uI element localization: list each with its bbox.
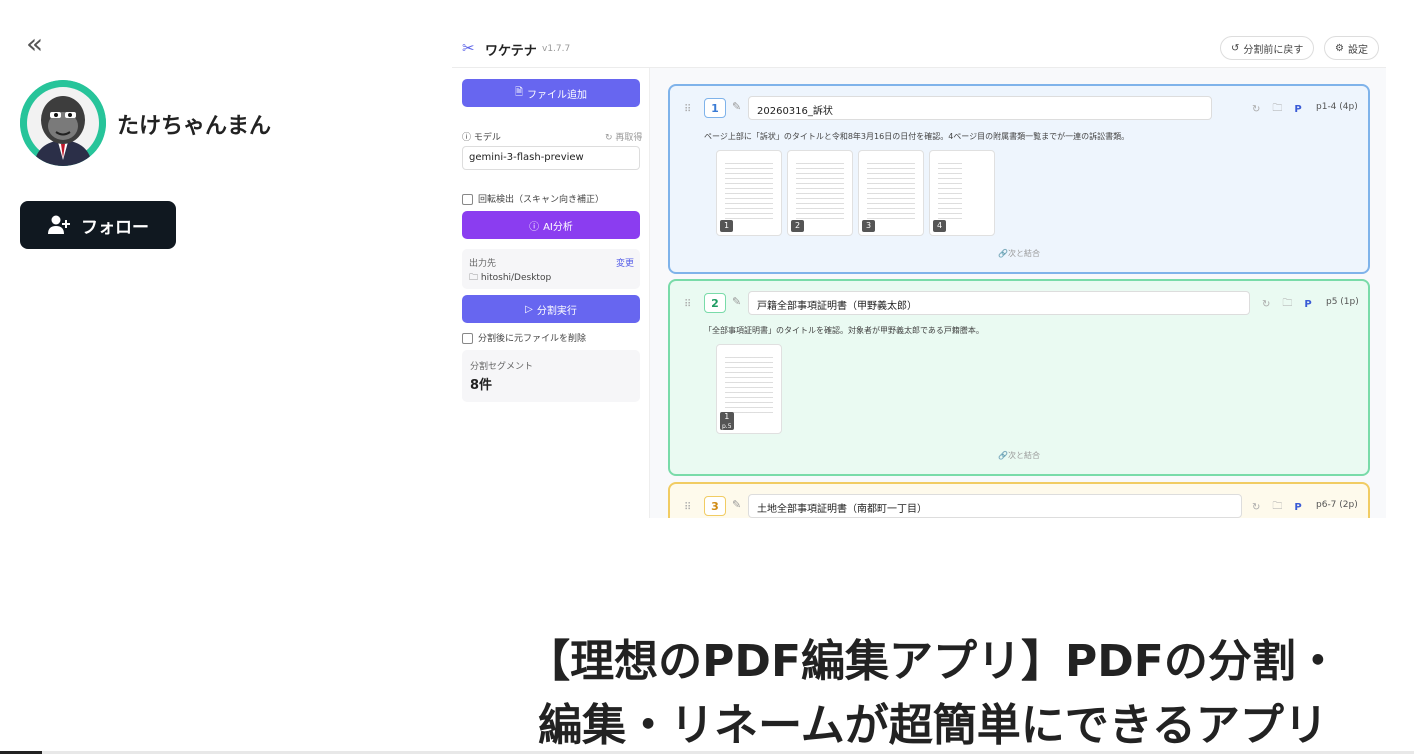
segments-label: 分割セグメント [470,362,534,372]
segment-title-input[interactable]: 戸籍全部事項証明書（甲野義太郎） [748,291,1250,315]
segment-actions: ↻ 🗀 P [1252,499,1302,516]
app-sidebar: 🗎 ファイル追加 ⓘ モデル ↻ 再取得 gemini-3-flash-prev… [452,68,650,518]
undo-split-button[interactable]: ↺ 分割前に戻す [1220,36,1315,60]
merge-next-link[interactable]: 🔗次と結合 [670,450,1368,461]
page-number: 1 p.5 [720,412,734,430]
page-range: p6-7 (2p) [1316,500,1358,510]
segment-description: 「全部事項証明書」のタイトルを確認。対象者が甲野義太郎である戸籍謄本。 [704,326,984,335]
page-thumbnail[interactable]: 3 [858,150,924,236]
app-version: v1.7.7 [542,44,571,54]
page-number: 4 [933,220,946,232]
page-thumbnail[interactable]: 2 [787,150,853,236]
pdf-marker: P [1294,104,1302,115]
refetch-link[interactable]: ↻ 再取得 [605,130,642,143]
page-thumbnail[interactable]: 1 [716,150,782,236]
merge-next-link[interactable]: 🔗次と結合 [670,248,1368,259]
segment-title-input[interactable]: 20260316_訴状 [748,96,1212,120]
info-icon: ⓘ [462,133,472,143]
pencil-icon[interactable]: ✎ [732,498,741,511]
gear-icon: ⚙ [1335,42,1344,54]
segments-summary: 分割セグメント 8件 [462,350,640,402]
settings-label: 設定 [1347,44,1368,56]
output-box: 出力先 変更 🗀 hitoshi/Desktop [462,249,640,289]
folder-icon[interactable]: 🗀 [1282,296,1292,313]
ai-analyze-button[interactable]: ⓘ AI分析 [462,211,640,239]
folder-icon[interactable]: 🗀 [1272,101,1282,118]
run-split-label: 分割実行 [536,305,577,317]
page-thumbnail[interactable]: 4 [929,150,995,236]
folder-icon: 🗀 [469,273,479,283]
profile-name[interactable]: たけちゃんまん [117,108,271,140]
segment-title-input[interactable]: 土地全部事項証明書（南都町一丁目） [748,494,1242,518]
page-number: 2 [791,220,804,232]
undo-split-label: 分割前に戻す [1243,44,1304,56]
output-label: 出力先 [469,259,497,269]
article-title: 【理想のPDF編集アプリ】PDFの分割・ 編集・リネームが超簡単にできるアプリ [452,630,1414,754]
output-change-link[interactable]: 変更 [616,256,634,269]
segment-actions: ↻ 🗀 P [1262,296,1312,313]
play-icon: ▷ [525,303,533,315]
segment-number: 2 [704,293,726,313]
pencil-icon[interactable]: ✎ [732,295,741,308]
follow-button[interactable]: フォロー [20,201,176,249]
collapse-sidebar-icon[interactable]: « [26,30,43,58]
drag-handle-icon[interactable]: ⠿ [684,299,691,310]
add-file-label: ファイル追加 [527,89,588,101]
article-title-line-1: 【理想のPDF編集アプリ】PDFの分割・ [526,636,1340,687]
link-icon: 🔗 [998,451,1008,460]
segment-card: ⠿ 2 ✎ 戸籍全部事項証明書（甲野義太郎） ↻ 🗀 P p5 (1p) 「全部… [668,279,1370,476]
output-path: 🗀 hitoshi/Desktop [469,273,552,283]
pdf-marker: P [1304,299,1312,310]
undo-icon: ↺ [1231,42,1240,54]
delete-original-checkbox[interactable] [462,333,473,344]
rotation-detect-option[interactable]: 回転検出（スキャン向き補正） [462,192,604,205]
article-title-line-2: 編集・リネームが超簡単にできるアプリ [538,700,1328,751]
link-icon: 🔗 [998,249,1008,258]
refresh-icon[interactable]: ↻ [1262,299,1270,310]
segment-number: 1 [704,98,726,118]
page: « たけちゃんまん フォロー ✂ ワケテナ v1.7.7 ↺ 分割前に戻す ⚙ … [0,0,1414,754]
run-split-button[interactable]: ▷ 分割実行 [462,295,640,323]
app-name: ワケテナ [485,44,537,59]
segment-description: ページ上部に「訴状」のタイトルと令和8年3月16日の日付を確認。4ページ目の附属… [704,132,1130,141]
app-header: ✂ ワケテナ v1.7.7 ↺ 分割前に戻す ⚙ 設定 [452,28,1386,68]
drag-handle-icon[interactable]: ⠿ [684,502,691,513]
refresh-icon: ↻ [605,133,613,143]
page-range: p1-4 (4p) [1316,102,1358,112]
add-file-button[interactable]: 🗎 ファイル追加 [462,79,640,107]
app-screenshot: ✂ ワケテナ v1.7.7 ↺ 分割前に戻す ⚙ 設定 🗎 ファイル追加 ⓘ モ… [452,28,1386,518]
add-user-icon [48,215,70,234]
refresh-icon[interactable]: ↻ [1252,104,1260,115]
segment-card: ⠿ 1 ✎ 20260316_訴状 ↻ 🗀 P p1-4 (4p) ページ上部に… [668,84,1370,274]
follow-label: フォロー [81,217,149,238]
segments-count: 8件 [470,378,493,393]
model-label: ⓘ モデル [462,133,501,143]
rotation-detect-checkbox[interactable] [462,194,473,205]
segment-card: ⠿ 3 ✎ 土地全部事項証明書（南都町一丁目） ↻ 🗀 P p6-7 (2p) [668,482,1370,518]
scissors-icon: ✂ [462,39,475,57]
page-number: 1 [720,220,733,232]
settings-button[interactable]: ⚙ 設定 [1324,36,1379,60]
page-number: 3 [862,220,875,232]
segment-number: 3 [704,496,726,516]
drag-handle-icon[interactable]: ⠿ [684,104,691,115]
model-select[interactable]: gemini-3-flash-preview [462,146,640,170]
pdf-marker: P [1294,502,1302,513]
delete-original-option[interactable]: 分割後に元ファイルを削除 [462,331,586,344]
avatar[interactable] [20,80,106,166]
folder-icon[interactable]: 🗀 [1272,499,1282,516]
info-icon: ⓘ [529,221,540,233]
segments-panel: ⠿ 1 ✎ 20260316_訴状 ↻ 🗀 P p1-4 (4p) ページ上部に… [650,68,1386,518]
gorilla-avatar-icon [20,80,106,166]
ai-analyze-label: AI分析 [543,221,573,233]
pencil-icon[interactable]: ✎ [732,100,741,113]
page-range: p5 (1p) [1326,297,1359,307]
page-thumbnail[interactable]: 1 p.5 [716,344,782,434]
segment-actions: ↻ 🗀 P [1252,101,1302,118]
refresh-icon[interactable]: ↻ [1252,502,1260,513]
file-icon: 🗎 [514,86,524,98]
